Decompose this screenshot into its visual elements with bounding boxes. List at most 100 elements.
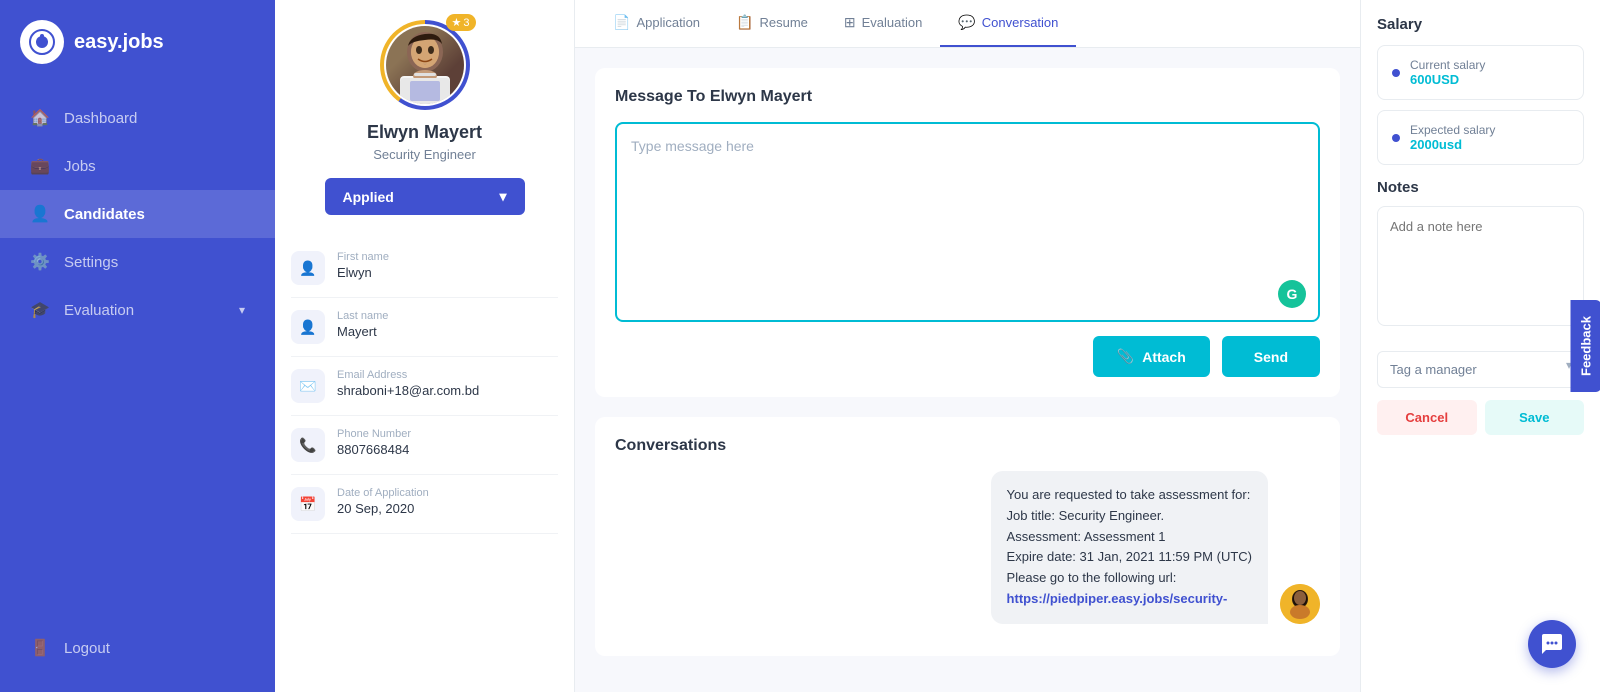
sidebar-label-jobs: Jobs	[64, 158, 96, 175]
sidebar-logo: easy.jobs	[0, 20, 275, 64]
message-input-area[interactable]: Type message here G	[615, 122, 1320, 322]
firstname-label: First name	[337, 251, 389, 263]
star-icon: ★	[452, 16, 462, 29]
feedback-tab[interactable]: Feedback	[1571, 300, 1600, 392]
tabs-bar: 📄 Application 📋 Resume ⊞ Evaluation 💬 Co…	[575, 0, 1360, 48]
conversations-title: Conversations	[615, 437, 1320, 455]
sidebar-item-logout[interactable]: 🚪 Logout	[0, 624, 275, 672]
note-actions: Cancel Save	[1377, 400, 1584, 435]
sidebar-label-candidates: Candidates	[64, 206, 145, 223]
date-value: 20 Sep, 2020	[337, 501, 429, 516]
home-icon: 🏠	[30, 108, 50, 128]
info-email: ✉️ Email Address shraboni+18@ar.com.bd	[291, 357, 558, 416]
avatar-container: ★ 3	[380, 20, 470, 110]
info-phone: 📞 Phone Number 8807668484	[291, 416, 558, 475]
tab-conversation[interactable]: 💬 Conversation	[940, 0, 1076, 47]
info-section: 👤 First name Elwyn 👤 Last name Mayert ✉️…	[275, 231, 574, 542]
info-lastname: 👤 Last name Mayert	[291, 298, 558, 357]
sidebar: easy.jobs 🏠 Dashboard 💼 Jobs 👤 Candidate…	[0, 0, 275, 692]
sidebar-label-evaluation: Evaluation	[64, 302, 134, 319]
avatar-ring	[380, 20, 470, 110]
lastname-label: Last name	[337, 310, 388, 322]
salary-title: Salary	[1377, 16, 1584, 33]
current-salary-value: 600USD	[1410, 72, 1485, 87]
info-date: 📅 Date of Application 20 Sep, 2020	[291, 475, 558, 534]
tab-evaluation[interactable]: ⊞ Evaluation	[826, 0, 940, 47]
settings-icon: ⚙️	[30, 252, 50, 272]
lastname-value: Mayert	[337, 324, 388, 339]
profile-panel: ★ 3 Elwyn Mayert Security Engineer Appli…	[275, 0, 575, 692]
notes-title: Notes	[1377, 179, 1584, 196]
conversations-section: Conversations You are requested to take …	[595, 417, 1340, 656]
profile-name: Elwyn Mayert	[367, 122, 482, 143]
email-value: shraboni+18@ar.com.bd	[337, 383, 479, 398]
chevron-down-icon: ▾	[239, 303, 245, 317]
save-button[interactable]: Save	[1485, 400, 1585, 435]
tab-application[interactable]: 📄 Application	[595, 0, 718, 47]
email-icon: ✉️	[291, 369, 325, 403]
evaluation-icon: 🎓	[30, 300, 50, 320]
sidebar-label-settings: Settings	[64, 254, 118, 271]
attach-button[interactable]: 📎 Attach	[1093, 336, 1210, 377]
profile-header: ★ 3 Elwyn Mayert Security Engineer Appli…	[275, 0, 574, 231]
jobs-icon: 💼	[30, 156, 50, 176]
sidebar-item-jobs[interactable]: 💼 Jobs	[0, 142, 275, 190]
tab-resume[interactable]: 📋 Resume	[718, 0, 826, 47]
right-panel: Salary Current salary 600USD Expected sa…	[1360, 0, 1600, 692]
phone-icon: 📞	[291, 428, 325, 462]
conversation-message: You are requested to take assessment for…	[615, 471, 1320, 624]
date-label: Date of Application	[337, 487, 429, 499]
sidebar-item-dashboard[interactable]: 🏠 Dashboard	[0, 94, 275, 142]
send-button[interactable]: Send	[1222, 336, 1320, 377]
notes-textarea[interactable]	[1377, 206, 1584, 326]
message-title: Message To Elwyn Mayert	[615, 88, 1320, 106]
message-placeholder: Type message here	[631, 138, 1304, 154]
eval-icon: ⊞	[844, 14, 856, 31]
expected-salary-card: Expected salary 2000usd	[1377, 110, 1584, 165]
grammarly-icon: G	[1278, 280, 1306, 308]
phone-label: Phone Number	[337, 428, 411, 440]
status-dropdown[interactable]: Applied ▾	[325, 178, 525, 215]
sidebar-item-settings[interactable]: ⚙️ Settings	[0, 238, 275, 286]
tag-manager-select[interactable]: Tag a manager	[1377, 351, 1584, 388]
attach-icon: 📎	[1117, 348, 1134, 365]
candidates-icon: 👤	[30, 204, 50, 224]
salary-dot-expected	[1392, 134, 1400, 142]
expected-salary-label: Expected salary	[1410, 123, 1495, 137]
message-section: Message To Elwyn Mayert Type message her…	[595, 68, 1340, 397]
sidebar-item-evaluation[interactable]: 🎓 Evaluation ▾	[0, 286, 275, 334]
message-bubble: You are requested to take assessment for…	[991, 471, 1268, 624]
info-firstname: 👤 First name Elwyn	[291, 239, 558, 298]
chevron-down-icon: ▾	[499, 188, 506, 205]
conv-icon: 💬	[958, 14, 975, 31]
current-salary-label: Current salary	[1410, 58, 1485, 72]
chat-fab[interactable]	[1528, 620, 1576, 668]
sidebar-nav: 🏠 Dashboard 💼 Jobs 👤 Candidates ⚙️ Setti…	[0, 94, 275, 334]
main-content: ★ 3 Elwyn Mayert Security Engineer Appli…	[275, 0, 1600, 692]
phone-value: 8807668484	[337, 442, 411, 457]
conversation-content: Message To Elwyn Mayert Type message her…	[575, 48, 1360, 676]
resume-icon: 📋	[736, 14, 753, 31]
message-actions: 📎 Attach Send	[615, 336, 1320, 377]
profile-title: Security Engineer	[373, 147, 476, 162]
calendar-icon: 📅	[291, 487, 325, 521]
expected-salary-value: 2000usd	[1410, 137, 1495, 152]
sender-avatar	[1280, 584, 1320, 624]
logo-icon	[20, 20, 64, 64]
email-label: Email Address	[337, 369, 479, 381]
firstname-value: Elwyn	[337, 265, 389, 280]
sidebar-item-candidates[interactable]: 👤 Candidates	[0, 190, 275, 238]
cancel-button[interactable]: Cancel	[1377, 400, 1477, 435]
user-icon-2: 👤	[291, 310, 325, 344]
application-icon: 📄	[613, 14, 630, 31]
avatar	[386, 26, 464, 104]
star-badge: ★ 3	[446, 14, 476, 31]
logo-text: easy.jobs	[74, 31, 164, 54]
content-area: 📄 Application 📋 Resume ⊞ Evaluation 💬 Co…	[575, 0, 1360, 692]
salary-dot-current	[1392, 69, 1400, 77]
current-salary-card: Current salary 600USD	[1377, 45, 1584, 100]
user-icon: 👤	[291, 251, 325, 285]
tag-manager-wrapper: Tag a manager ▾	[1377, 341, 1584, 388]
sidebar-label-logout: Logout	[64, 640, 110, 657]
sidebar-label-dashboard: Dashboard	[64, 110, 137, 127]
